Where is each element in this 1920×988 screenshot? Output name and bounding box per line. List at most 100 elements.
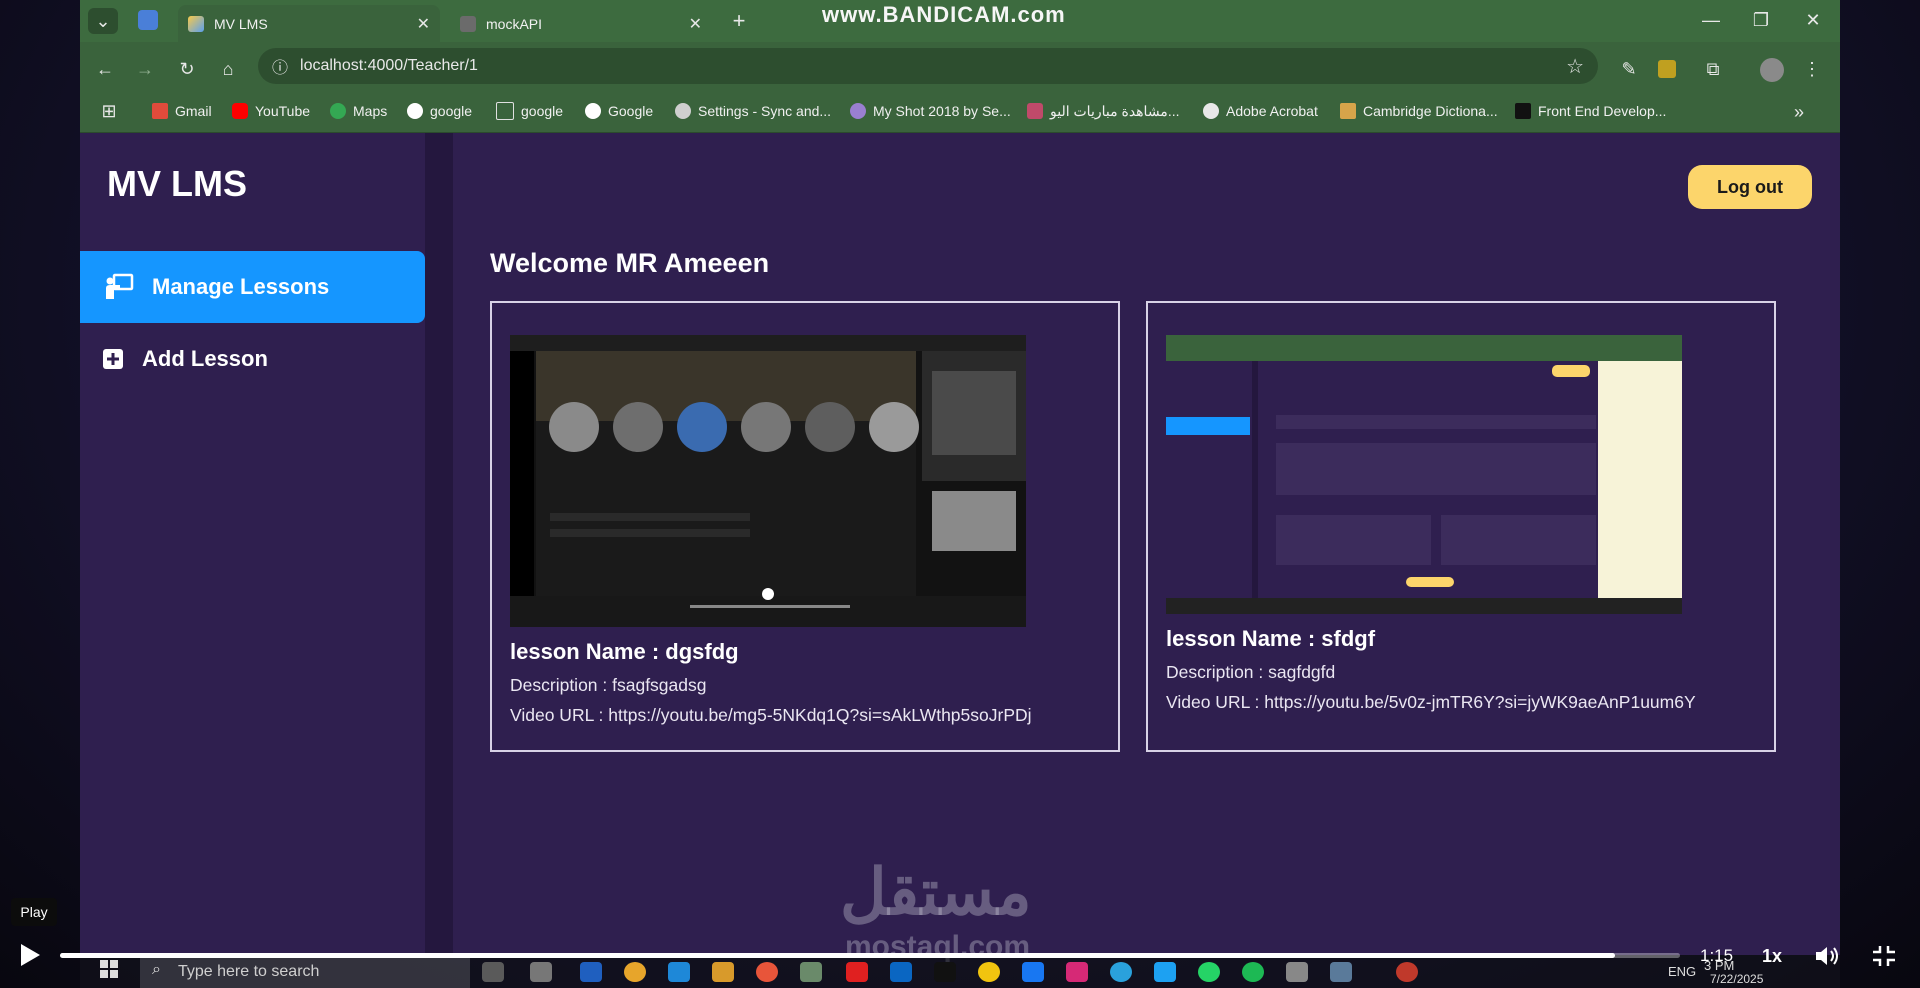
volume-icon[interactable] (1814, 944, 1840, 973)
tiktok-app-icon[interactable] (934, 962, 956, 982)
vscode-app-icon[interactable] (668, 962, 690, 982)
google-icon (585, 103, 601, 119)
taskbar-clock-date[interactable]: 7/22/2025 (1710, 972, 1763, 986)
lesson-description: Description : fsagfsgadsg (510, 675, 707, 695)
nav-label: Add Lesson (142, 346, 268, 371)
extension-icon[interactable] (1658, 60, 1676, 78)
twitter-app-icon[interactable] (1154, 962, 1176, 982)
tab-label: mockAPI (486, 15, 543, 32)
snapchat-app-icon[interactable] (978, 962, 1000, 982)
video-progress-fill (60, 953, 1616, 958)
close-window-icon[interactable]: ✕ (1798, 6, 1828, 34)
minimize-window-icon[interactable]: — (1696, 6, 1726, 34)
bookmark-label: google (430, 103, 473, 119)
app-icon[interactable] (1286, 962, 1308, 982)
bookmark-label: Google (608, 103, 654, 119)
bookmark-label: Front End Develop... (1538, 103, 1667, 119)
bookmark-star-icon[interactable]: ☆ (1566, 54, 1584, 79)
lesson-card: lesson Name : sfdgf Description : sagfdg… (1146, 301, 1776, 752)
more-bookmarks-icon[interactable]: » (1786, 100, 1812, 124)
sublime-app-icon[interactable] (712, 962, 734, 982)
bookmark-google-1[interactable]: google (407, 96, 472, 126)
exit-fullscreen-icon[interactable] (1872, 945, 1896, 972)
bookmark-gmail[interactable]: Gmail (152, 96, 212, 126)
sidebar-divider (425, 133, 453, 955)
lesson-video-thumbnail[interactable] (510, 335, 1026, 627)
bookmark-cambridge[interactable]: Cambridge Dictiona... (1340, 96, 1498, 126)
lesson-description: Description : sagfdgfd (1166, 662, 1336, 682)
extensions-puzzle-icon[interactable]: ⧉ (1700, 56, 1726, 82)
facebook-app-icon[interactable] (1022, 962, 1044, 982)
spotify-app-icon[interactable] (1242, 962, 1264, 982)
lesson-name: lesson Name : sfdgf (1166, 626, 1376, 651)
browser-menu-icon[interactable]: ⋮ (1800, 56, 1824, 82)
app-icon[interactable] (800, 962, 822, 982)
profile-avatar[interactable] (1760, 58, 1784, 82)
forward-icon[interactable]: → (132, 56, 158, 82)
lesson-video-url: Video URL : https://youtu.be/5v0z-jmTR6Y… (1166, 692, 1696, 712)
apps-grid-icon[interactable]: ⊞ (98, 100, 120, 122)
taskbar-search-box[interactable]: ⌕ Type here to search (140, 955, 470, 988)
sports-site-icon (1027, 103, 1043, 119)
nav-add-lesson[interactable]: Add Lesson (80, 323, 425, 395)
telegram-app-icon[interactable] (1110, 962, 1132, 982)
bookmark-matches[interactable]: مشاهدة مباريات اليو... (1027, 96, 1179, 126)
close-tab-icon[interactable]: ✕ (689, 14, 702, 34)
frontend-site-icon (1515, 103, 1531, 119)
restore-window-icon[interactable]: ❐ (1746, 6, 1776, 34)
bookmark-maps[interactable]: Maps (330, 96, 387, 126)
nav-label: Manage Lessons (152, 274, 330, 299)
bookmark-settings[interactable]: Settings - Sync and... (675, 96, 831, 126)
chrome-app-icon[interactable] (624, 962, 646, 982)
back-icon[interactable]: ← (92, 56, 118, 82)
whatsapp-app-icon[interactable] (1198, 962, 1220, 982)
bookmark-adobe[interactable]: Adobe Acrobat (1203, 96, 1318, 126)
bookmark-frontend[interactable]: Front End Develop... (1515, 96, 1666, 126)
bookmark-label: Adobe Acrobat (1226, 103, 1318, 119)
play-icon[interactable] (18, 942, 46, 972)
bookmark-google-folder[interactable]: google (496, 96, 563, 126)
windows-start-icon[interactable] (100, 960, 118, 978)
new-tab-icon[interactable]: + (726, 8, 752, 34)
address-bar[interactable]: ⓘ localhost:4000/Teacher/1 ☆ (258, 48, 1598, 84)
bookmark-label: My Shot 2018 by Se... (873, 103, 1011, 119)
lesson-video-thumbnail[interactable] (1166, 335, 1682, 614)
playback-speed-button[interactable]: 1x (1762, 946, 1782, 967)
task-view-icon[interactable] (482, 962, 504, 982)
close-tab-icon[interactable]: ✕ (417, 14, 430, 34)
bookmark-myshot[interactable]: My Shot 2018 by Se... (850, 96, 1011, 126)
instagram-app-icon[interactable] (1066, 962, 1088, 982)
tab-mv-lms[interactable]: MV LMS ✕ (178, 5, 440, 42)
logout-button[interactable]: Log out (1688, 165, 1812, 209)
bookmark-label: Gmail (175, 103, 212, 119)
bookmark-label: Settings - Sync and... (698, 103, 832, 119)
teacher-icon (106, 273, 134, 299)
record-app-icon[interactable] (1396, 962, 1418, 982)
app-favicon-icon (188, 15, 204, 32)
eyedropper-extension-icon[interactable]: ✎ (1616, 56, 1642, 82)
youtube-app-icon[interactable] (846, 962, 868, 982)
site-info-icon[interactable]: ⓘ (272, 54, 288, 78)
bookmark-label: مشاهدة مباريات اليو... (1050, 102, 1180, 119)
lesson-card: lesson Name : dgsfdg Description : fsagf… (490, 301, 1120, 752)
tab-mockapi[interactable]: mockAPI ✕ (450, 5, 712, 42)
home-icon[interactable]: ⌂ (215, 56, 241, 82)
youtube-icon (232, 103, 248, 119)
tab-search-chevron-icon[interactable]: ⌄ (88, 8, 118, 34)
site-watermark: مستقل (840, 856, 1032, 928)
welcome-heading: Welcome MR Ameeen (490, 248, 770, 278)
postman-app-icon[interactable] (756, 962, 778, 982)
defender-app-icon[interactable] (580, 962, 602, 982)
app-icon[interactable] (1330, 962, 1352, 982)
bookmark-google-2[interactable]: Google (585, 96, 653, 126)
bookmark-label: Cambridge Dictiona... (1363, 103, 1498, 119)
calendar-pinned-tab-icon[interactable] (138, 10, 158, 30)
language-indicator[interactable]: ENG (1668, 964, 1696, 979)
linkedin-app-icon[interactable] (890, 962, 912, 982)
bookmark-youtube[interactable]: YouTube (232, 96, 310, 126)
url-text: localhost:4000/Teacher/1 (300, 57, 478, 74)
nav-manage-lessons[interactable]: Manage Lessons (80, 251, 425, 323)
mail-app-icon[interactable] (530, 962, 552, 982)
reload-icon[interactable]: ↻ (174, 56, 200, 82)
bookmark-label: YouTube (255, 103, 311, 119)
